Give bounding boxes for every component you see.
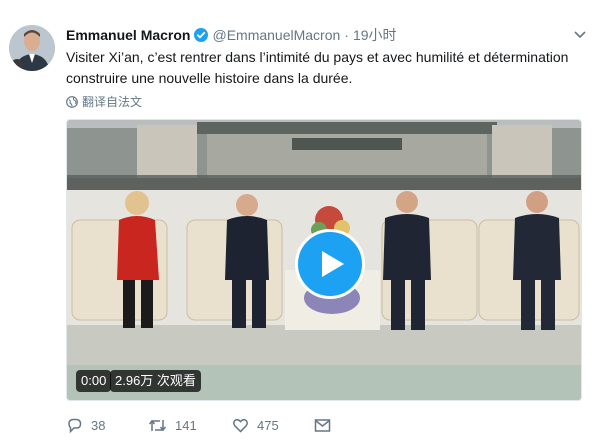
globe-icon — [66, 95, 78, 108]
play-button[interactable] — [295, 229, 365, 299]
tweet-text: Visiter Xi’an, c’est rentrer dans l’inti… — [66, 49, 569, 86]
video-elapsed-time: 0:00 — [76, 370, 112, 392]
translate-link[interactable]: 翻译自法文 — [66, 93, 142, 110]
verified-badge-icon — [194, 28, 209, 42]
retweet-icon — [148, 419, 167, 432]
author-avatar[interactable] — [9, 25, 55, 71]
envelope-icon — [314, 419, 331, 432]
header-separator: · — [344, 27, 349, 43]
reply-icon — [68, 418, 82, 434]
chevron-down-icon[interactable] — [573, 27, 587, 41]
author-handle[interactable]: @EmmanuelMacron — [212, 27, 340, 43]
tweet-header: Emmanuel Macron @EmmanuelMacron · 19小时 — [66, 25, 397, 45]
tweet-timestamp[interactable]: 19小时 — [353, 25, 397, 45]
play-icon — [322, 251, 344, 277]
heart-icon — [233, 418, 248, 433]
translate-label: 翻译自法文 — [82, 95, 143, 109]
author-name[interactable]: Emmanuel Macron — [66, 27, 190, 43]
like-count: 475 — [257, 418, 279, 433]
retweet-count: 141 — [175, 418, 197, 433]
like-button[interactable]: 475 — [232, 417, 279, 434]
reply-count: 38 — [91, 418, 106, 433]
video-view-count: 2.96万 次观看 — [110, 370, 201, 392]
retweet-button[interactable]: 141 — [148, 417, 197, 434]
reply-button[interactable]: 38 — [66, 417, 105, 434]
message-button[interactable] — [314, 417, 339, 434]
